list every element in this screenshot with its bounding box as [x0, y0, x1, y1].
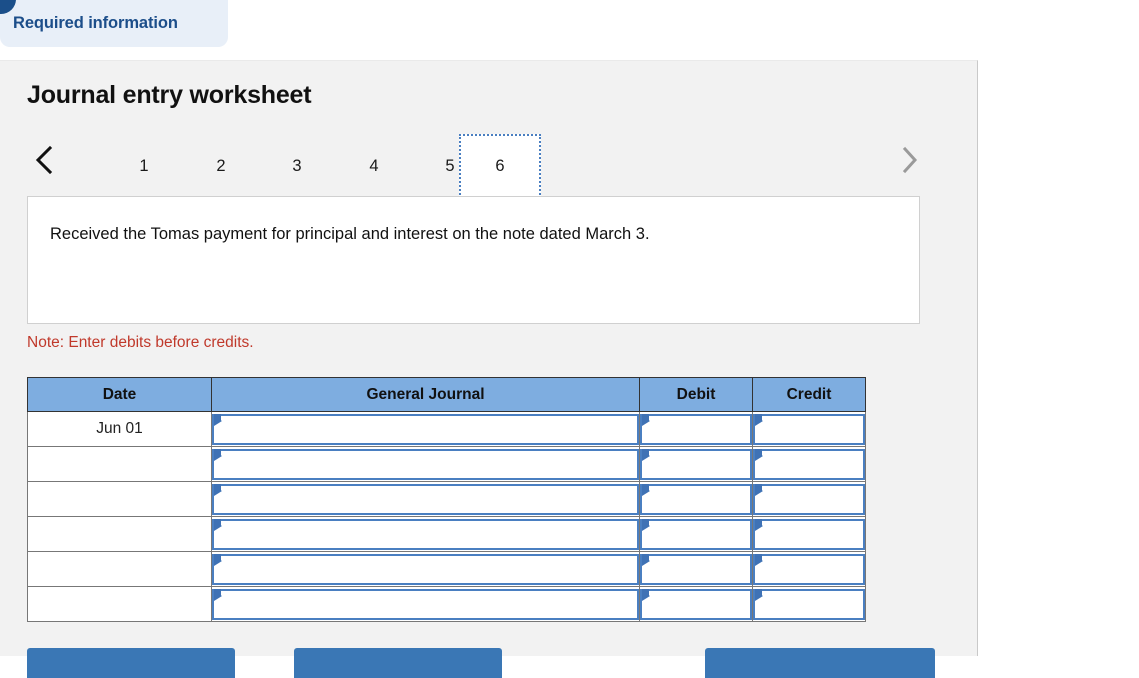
date-cell[interactable] — [27, 446, 212, 482]
pager-tab-1-label: 1 — [139, 157, 149, 175]
dropdown-marker-icon — [642, 483, 650, 496]
date-cell[interactable] — [27, 586, 212, 622]
credit-input[interactable] — [753, 588, 865, 620]
credit-input[interactable] — [753, 483, 865, 515]
date-cell[interactable]: Jun 01 — [27, 411, 212, 447]
table-header-row: Date General Journal Debit Credit — [27, 377, 866, 412]
debit-input[interactable] — [640, 588, 752, 620]
debit-cell[interactable] — [639, 516, 753, 552]
column-header-debit: Debit — [639, 377, 753, 412]
general-journal-cell[interactable] — [211, 481, 640, 517]
page-title: Journal entry worksheet — [27, 81, 312, 109]
table-row — [27, 516, 866, 552]
pager-tab-2[interactable]: 2 — [180, 134, 262, 199]
table-row — [27, 551, 866, 587]
general-journal-input[interactable] — [212, 518, 639, 550]
dropdown-marker-icon — [214, 588, 222, 601]
dropdown-marker-icon — [214, 518, 222, 531]
table-row — [27, 446, 866, 482]
pager-tab-4[interactable]: 4 — [333, 134, 415, 199]
transaction-description-box: Received the Tomas payment for principal… — [27, 196, 920, 324]
general-journal-input[interactable] — [212, 588, 639, 620]
date-cell[interactable] — [27, 551, 212, 587]
general-journal-cell[interactable] — [211, 411, 640, 447]
credit-cell[interactable] — [752, 481, 866, 517]
status-dot-icon — [0, 0, 16, 14]
view-general-journal-button[interactable] — [705, 648, 935, 678]
dropdown-marker-icon — [214, 413, 222, 426]
date-cell[interactable] — [27, 516, 212, 552]
credit-cell[interactable] — [752, 446, 866, 482]
pager-tab-1[interactable]: 1 — [103, 134, 185, 199]
credit-cell[interactable] — [752, 411, 866, 447]
pager-tab-6[interactable]: 6 — [459, 134, 541, 199]
dropdown-marker-icon — [755, 518, 763, 531]
worksheet-panel: Journal entry worksheet 1 2 3 4 5 6 Rece… — [0, 60, 978, 656]
dropdown-marker-icon — [642, 448, 650, 461]
table-row: Jun 01 — [27, 411, 866, 447]
dropdown-marker-icon — [755, 553, 763, 566]
dropdown-marker-icon — [755, 483, 763, 496]
dropdown-marker-icon — [214, 553, 222, 566]
debit-cell[interactable] — [639, 411, 753, 447]
credit-cell[interactable] — [752, 586, 866, 622]
column-header-credit: Credit — [752, 377, 866, 412]
column-header-general-journal: General Journal — [211, 377, 640, 412]
debit-input[interactable] — [640, 518, 752, 550]
record-entry-button[interactable] — [27, 648, 235, 678]
debit-cell[interactable] — [639, 446, 753, 482]
table-row — [27, 481, 866, 517]
pager-tab-4-label: 4 — [369, 157, 379, 175]
general-journal-input[interactable] — [212, 553, 639, 585]
pager-tab-2-label: 2 — [216, 157, 226, 175]
pager-tab-3[interactable]: 3 — [256, 134, 338, 199]
date-cell[interactable] — [27, 481, 212, 517]
dropdown-marker-icon — [642, 588, 650, 601]
chevron-left-icon[interactable] — [27, 140, 61, 180]
general-journal-cell[interactable] — [211, 446, 640, 482]
debit-input[interactable] — [640, 413, 752, 445]
dropdown-marker-icon — [642, 413, 650, 426]
general-journal-cell[interactable] — [211, 516, 640, 552]
required-information-label: Required information — [13, 14, 178, 32]
debit-input[interactable] — [640, 448, 752, 480]
credit-input[interactable] — [753, 413, 865, 445]
credit-input[interactable] — [753, 553, 865, 585]
transaction-description-text: Received the Tomas payment for principal… — [50, 225, 650, 243]
dropdown-marker-icon — [642, 518, 650, 531]
general-journal-input[interactable] — [212, 483, 639, 515]
debit-cell[interactable] — [639, 551, 753, 587]
debit-input[interactable] — [640, 553, 752, 585]
credit-input[interactable] — [753, 518, 865, 550]
chevron-right-icon[interactable] — [893, 140, 927, 180]
dropdown-marker-icon — [642, 553, 650, 566]
required-information-tab[interactable]: Required information — [0, 0, 228, 47]
general-journal-cell[interactable] — [211, 551, 640, 587]
credit-cell[interactable] — [752, 516, 866, 552]
debit-cell[interactable] — [639, 481, 753, 517]
credit-cell[interactable] — [752, 551, 866, 587]
general-journal-input[interactable] — [212, 448, 639, 480]
pager-tab-5-label: 5 — [445, 157, 455, 175]
top-bar: Required information — [0, 0, 1139, 52]
dropdown-marker-icon — [214, 483, 222, 496]
debits-before-credits-note: Note: Enter debits before credits. — [27, 334, 254, 351]
dropdown-marker-icon — [214, 448, 222, 461]
journal-entry-table: Date General Journal Debit Credit Jun 01 — [27, 377, 866, 622]
worksheet-pager: 1 2 3 4 5 6 — [27, 134, 942, 199]
credit-input[interactable] — [753, 448, 865, 480]
general-journal-cell[interactable] — [211, 586, 640, 622]
general-journal-input[interactable] — [212, 413, 639, 445]
debit-input[interactable] — [640, 483, 752, 515]
column-header-date: Date — [27, 377, 212, 412]
debit-cell[interactable] — [639, 586, 753, 622]
dropdown-marker-icon — [755, 448, 763, 461]
pager-tab-6-label: 6 — [495, 157, 505, 175]
dropdown-marker-icon — [755, 588, 763, 601]
pager-tab-3-label: 3 — [292, 157, 302, 175]
table-row — [27, 586, 866, 622]
dropdown-marker-icon — [755, 413, 763, 426]
clear-entry-button[interactable] — [294, 648, 502, 678]
